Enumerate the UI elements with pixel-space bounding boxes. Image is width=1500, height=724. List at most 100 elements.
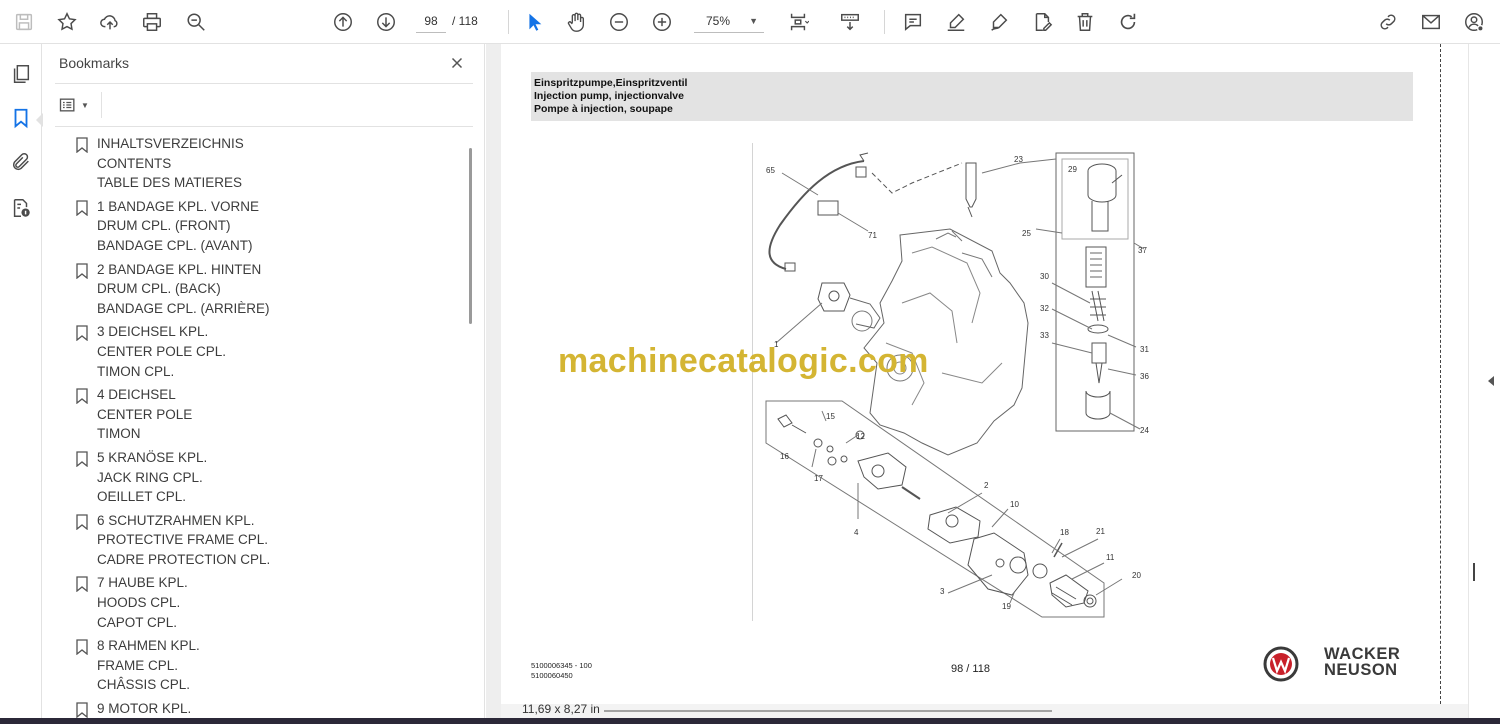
bookmark-icon (76, 262, 88, 279)
zoom-out-icon[interactable] (603, 6, 635, 38)
bookmarks-scrollbar[interactable] (469, 148, 472, 324)
bookmark-item[interactable]: INHALTSVERZEICHNIS CONTENTS TABLE DES MATI… (55, 134, 459, 193)
part-label: 4 (854, 528, 859, 537)
part-label: 36 (1140, 372, 1149, 381)
bookmark-icon (76, 451, 88, 467)
bookmark-icon[interactable] (7, 104, 35, 132)
part-label: 11 (1106, 553, 1115, 562)
zoom-in-icon[interactable] (646, 6, 678, 38)
email-icon[interactable] (1415, 6, 1447, 38)
bookmark-list: INHALTSVERZEICHNIS CONTENTS TABLE DES MATI… (55, 134, 459, 724)
toolbar-divider (884, 10, 885, 34)
document-properties-icon[interactable] (7, 194, 35, 222)
bookmark-options-button[interactable]: ▼ (57, 94, 97, 116)
horizontal-scrollbar[interactable] (604, 710, 1052, 712)
star-icon[interactable] (51, 6, 83, 38)
bookmark-item[interactable]: 6 SCHUTZRAHMEN KPL. PROTECTIVE FRAME CPL.… (55, 511, 459, 570)
page-thumbnails-icon[interactable] (7, 60, 35, 88)
draw-icon[interactable] (983, 6, 1015, 38)
cursor-icon[interactable] (518, 6, 550, 38)
bookmarks-panel: Bookmarks ▼ INHALTSVERZEICHNIS CONTENTS TA… (43, 44, 485, 724)
bookmark-item[interactable]: 1 BANDAGE KPL. VORNE DRUM CPL. (FRONT) BAN… (55, 197, 459, 256)
bookmark-icon (76, 137, 88, 153)
upload-icon[interactable] (94, 6, 126, 38)
page-footer-number: 98 / 118 (951, 663, 990, 675)
bookmark-item[interactable]: 7 HAUBE KPL. HOODS CPL. CAPOT CPL. (55, 573, 459, 632)
share-link-icon[interactable] (1372, 6, 1404, 38)
bookmark-label: PROTECTIVE FRAME CPL. (97, 532, 269, 548)
document-number: 5100060450 (531, 671, 573, 680)
page-size-label: 11,69 x 8,27 in (522, 702, 600, 716)
bookmark-label: HOODS CPL. (97, 595, 181, 611)
bookmark-label: 8 RAHMEN KPL. (97, 638, 200, 654)
zoom-level-select[interactable]: 75% ▼ (694, 9, 764, 33)
bookmark-label: CAPOT CPL. (97, 614, 178, 630)
fit-page-icon[interactable] (782, 6, 814, 38)
part-label: 29 (1068, 165, 1077, 174)
page-up-icon[interactable] (327, 6, 359, 38)
bookmark-label: 7 HAUBE KPL. (97, 575, 188, 591)
part-label: 17 (814, 474, 823, 483)
comment-icon[interactable] (897, 6, 929, 38)
highlight-icon[interactable] (940, 6, 972, 38)
left-navigation-rail (0, 44, 42, 724)
watermark-text: machinecatalogic.com (558, 342, 929, 380)
bookmark-item[interactable]: 3 DEICHSEL KPL. CENTER POLE CPL. TIMON CPL… (55, 322, 459, 381)
bookmark-item[interactable]: 9 MOTOR KPL. (55, 699, 459, 719)
brand-line: WACKER (1324, 645, 1401, 663)
close-icon[interactable] (445, 51, 469, 75)
attachment-icon[interactable] (7, 148, 35, 176)
fill-sign-icon[interactable] (1026, 6, 1058, 38)
bookmark-icon (76, 576, 88, 593)
bookmark-label: 6 SCHUTZRAHMEN KPL. (97, 512, 255, 528)
page-edge-dashed-line (1440, 44, 1441, 704)
bookmark-item[interactable]: 4 DEICHSEL CENTER POLE TIMON (55, 385, 459, 444)
part-label: 20 (1132, 571, 1141, 580)
list-options-icon (59, 98, 75, 112)
vertical-scrollbar[interactable] (1473, 563, 1475, 581)
bookmark-label: TIMON CPL. (97, 363, 175, 379)
bookmark-label: 4 DEICHSEL (97, 387, 176, 403)
bookmark-label: BANDAGE CPL. (AVANT) (97, 237, 253, 253)
scroll-mode-icon[interactable] (834, 6, 866, 38)
part-label: 16 (780, 452, 789, 461)
part-label: 2 (984, 481, 989, 490)
taskbar-strip (0, 718, 1500, 724)
part-label: 23 (1014, 155, 1023, 164)
part-label: 12 (856, 432, 865, 441)
hand-icon[interactable] (560, 6, 592, 38)
part-label: 37 (1138, 246, 1147, 255)
bookmark-icon (76, 514, 88, 530)
expand-right-panel-icon[interactable] (1488, 376, 1494, 386)
part-label: 10 (1010, 500, 1019, 509)
bookmarks-title: Bookmarks (59, 55, 130, 71)
part-label: 24 (1140, 426, 1149, 435)
bookmark-label: BANDAGE CPL. (ARRIÈRE) (97, 300, 270, 316)
bookmark-icon (76, 325, 88, 342)
panel-divider (101, 92, 102, 118)
header-english: Injection pump, injectionvalve (534, 90, 684, 102)
bookmark-item[interactable]: 5 KRANÖSE KPL. JACK RING CPL. OEILLET CPL. (55, 448, 459, 507)
save-icon[interactable] (8, 6, 40, 38)
right-pane-strip (1468, 44, 1500, 718)
print-icon[interactable] (136, 6, 168, 38)
part-label: 65 (766, 166, 775, 175)
account-icon[interactable] (1458, 6, 1490, 38)
header-french: Pompe à injection, soupape (534, 103, 673, 115)
bookmark-label: FRAME CPL. (97, 657, 179, 673)
bookmark-item[interactable]: 2 BANDAGE KPL. HINTEN DRUM CPL. (BACK) BAN… (55, 260, 459, 319)
page-number-input[interactable]: 98 (416, 9, 446, 33)
part-label: 19 (1002, 602, 1011, 611)
parts-drawing: 65 23 29 71 25 37 30 32 31 33 36 1 24 15… (752, 143, 1149, 621)
rotate-icon[interactable] (1112, 6, 1144, 38)
page-down-icon[interactable] (370, 6, 402, 38)
bookmark-item[interactable]: 8 RAHMEN KPL. FRAME CPL. CHÂSSIS CPL. (55, 636, 459, 695)
bookmark-label: CENTER POLE (97, 406, 193, 422)
zoom-search-icon[interactable] (180, 6, 212, 38)
delete-icon[interactable] (1069, 6, 1101, 38)
toolbar-divider (508, 10, 509, 34)
main-toolbar: 98 / 118 75% ▼ (0, 0, 1500, 44)
bookmark-icon (76, 200, 88, 216)
bookmark-label: 9 MOTOR KPL. (97, 701, 192, 717)
part-label: 3 (940, 587, 945, 596)
